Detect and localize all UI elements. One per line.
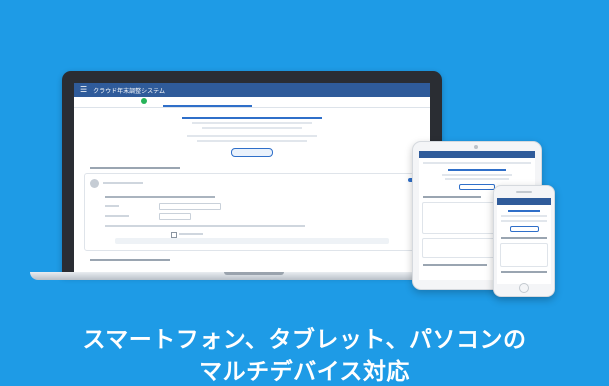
next-section-title [90,259,430,261]
app-header: ☰ クラウド年末調整システム [74,83,430,97]
text-line [187,135,317,137]
text-field[interactable] [159,203,221,210]
text-line [192,122,312,124]
text-field[interactable] [159,213,191,220]
caption-line-1: スマートフォン、タブレット、パソコンの [82,327,527,353]
menu-icon[interactable]: ☰ [80,86,87,94]
step-2[interactable] [163,97,252,107]
phone-device [493,185,555,297]
home-button[interactable] [519,283,529,293]
step-4[interactable] [341,97,430,107]
caption-line-2: マルチデバイス対応 [199,359,410,385]
app-title: クラウド年末調整システム [93,87,165,95]
camera-icon [474,145,478,149]
laptop-notch [224,272,284,275]
promo-banner: ☰ クラウド年末調整システム スマートフォン、タブレット、パソコンの マルチデバ… [0,0,609,385]
step-tabs [74,97,430,108]
speaker-icon [516,191,532,193]
step-1[interactable] [74,97,163,107]
detail-button[interactable] [509,226,539,232]
tablet-app-header [419,151,535,158]
check-icon [141,98,147,104]
text-line [197,140,307,142]
laptop-screen: ☰ クラウド年末調整システム [74,83,430,272]
step-3[interactable] [252,97,341,107]
phone-screen [497,198,551,284]
title-underline [182,117,322,119]
laptop-device: ☰ クラウド年末調整システム [62,71,442,276]
upload-section-title [90,167,430,169]
upload-box [84,173,420,251]
upload-box [500,243,548,267]
avatar [90,179,99,188]
phone-app-header [497,198,551,205]
text-line [202,127,302,129]
detail-button[interactable] [231,148,273,157]
detail-button[interactable] [458,184,496,190]
upload-bar[interactable] [115,238,389,244]
